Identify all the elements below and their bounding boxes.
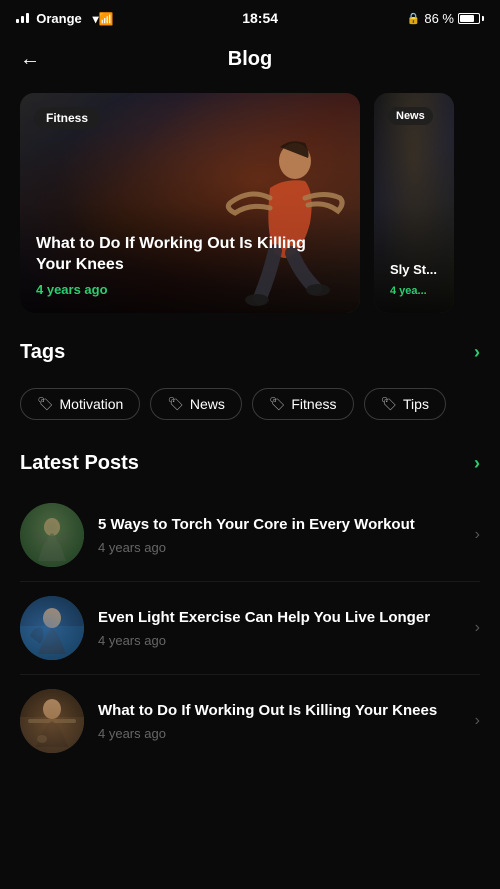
post-1-chevron-icon: › <box>475 526 480 544</box>
tags-section-header: Tags › <box>20 341 480 364</box>
back-button[interactable]: ← <box>20 48 40 71</box>
tag-fitness[interactable]: 🏷 Fitness <box>252 388 354 420</box>
page-title: Blog <box>228 48 272 71</box>
post-3-thumbnail <box>20 689 84 753</box>
post-3-title: What to Do If Working Out Is Killing You… <box>98 701 461 721</box>
post-3-thumb-svg <box>20 689 84 753</box>
latest-posts-arrow-icon[interactable]: › <box>474 453 480 474</box>
post-item-1[interactable]: 5 Ways to Torch Your Core in Every Worko… <box>20 489 480 582</box>
post-1-info: 5 Ways to Torch Your Core in Every Worko… <box>98 515 461 555</box>
post-3-chevron-icon: › <box>475 712 480 730</box>
latest-posts-section: Latest Posts › <box>0 434 500 475</box>
tags-row: 🏷 Motivation 🏷 News 🏷 Fitness 🏷 Tips <box>0 388 500 434</box>
featured-card-2[interactable]: News Sly St... 4 yea... <box>374 93 454 313</box>
post-2-thumb-svg <box>20 596 84 660</box>
wifi-icon: ▾📶 <box>93 12 114 26</box>
featured-cards-scroll[interactable]: Fitness What to Do If Working Out Is Kil… <box>0 83 500 323</box>
carrier-label: Orange ▾📶 <box>16 11 114 26</box>
card-2-content: Sly St... 4 yea... <box>390 262 438 297</box>
card-1-tag: Fitness <box>34 107 100 129</box>
tags-section: Tags › <box>0 323 500 388</box>
tag-motivation-icon: 🏷 <box>37 396 54 412</box>
tag-fitness-label: Fitness <box>291 396 336 412</box>
post-1-title: 5 Ways to Torch Your Core in Every Worko… <box>98 515 461 535</box>
featured-card-1[interactable]: Fitness What to Do If Working Out Is Kil… <box>20 93 360 313</box>
post-1-thumbnail <box>20 503 84 567</box>
lock-icon: 🔒 <box>407 12 421 25</box>
tags-arrow-icon[interactable]: › <box>474 342 480 363</box>
battery-percent: 86 % <box>424 11 454 26</box>
battery-icon <box>458 13 484 24</box>
battery-area: 🔒 86 % <box>407 11 484 26</box>
tag-motivation[interactable]: 🏷 Motivation <box>20 388 140 420</box>
card-1-time: 4 years ago <box>36 282 344 297</box>
page-header: ← Blog <box>0 36 500 83</box>
post-2-info: Even Light Exercise Can Help You Live Lo… <box>98 608 461 648</box>
tag-fitness-icon: 🏷 <box>269 396 286 412</box>
latest-posts-title: Latest Posts <box>20 452 139 475</box>
status-bar: Orange ▾📶 18:54 🔒 86 % <box>0 0 500 36</box>
tags-section-title: Tags <box>20 341 65 364</box>
tag-tips-label: Tips <box>403 396 429 412</box>
post-3-info: What to Do If Working Out Is Killing You… <box>98 701 461 741</box>
card-2-title: Sly St... <box>390 262 438 279</box>
post-3-time: 4 years ago <box>98 726 461 741</box>
latest-posts-header: Latest Posts › <box>20 452 480 475</box>
tag-news[interactable]: 🏷 News <box>150 388 242 420</box>
post-2-time: 4 years ago <box>98 633 461 648</box>
card-1-title: What to Do If Working Out Is Killing You… <box>36 234 344 276</box>
card-1-content: What to Do If Working Out Is Killing You… <box>36 234 344 297</box>
tag-news-label: News <box>190 396 225 412</box>
post-2-chevron-icon: › <box>475 619 480 637</box>
signal-icon <box>16 11 29 23</box>
card-2-tag: News <box>388 107 433 125</box>
post-2-thumbnail <box>20 596 84 660</box>
tag-tips[interactable]: 🏷 Tips <box>364 388 446 420</box>
post-item-3[interactable]: What to Do If Working Out Is Killing You… <box>20 675 480 767</box>
posts-list: 5 Ways to Torch Your Core in Every Worko… <box>0 489 500 767</box>
post-1-thumb-svg <box>20 503 84 567</box>
post-item-2[interactable]: Even Light Exercise Can Help You Live Lo… <box>20 582 480 675</box>
post-2-title: Even Light Exercise Can Help You Live Lo… <box>98 608 461 628</box>
post-1-time: 4 years ago <box>98 540 461 555</box>
card-2-time: 4 yea... <box>390 285 438 297</box>
time-label: 18:54 <box>242 10 278 26</box>
tag-motivation-label: Motivation <box>60 396 124 412</box>
tag-tips-icon: 🏷 <box>381 396 398 412</box>
tag-news-icon: 🏷 <box>167 396 184 412</box>
